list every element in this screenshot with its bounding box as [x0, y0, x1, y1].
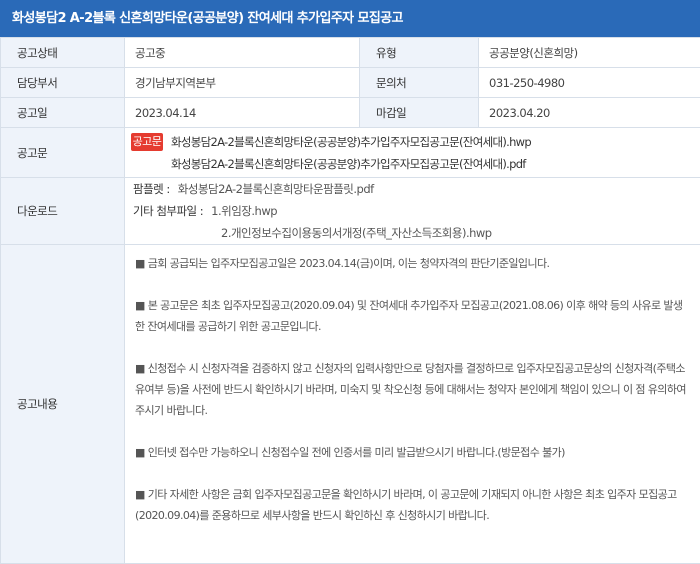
dept-label: 담당부서: [1, 68, 125, 98]
deadline-label: 마감일: [360, 98, 479, 128]
status-label: 공고상태: [1, 38, 125, 68]
status-value: 공고중: [125, 38, 360, 68]
pamphlet-line: 팜플렛 : 화성봉담2A-2블록신혼희망타운팜플릿.pdf: [133, 178, 700, 200]
attachment-line: 기타 첨부파일 : 1.위임장.hwp: [133, 200, 700, 222]
notice-file-line: 화성봉담2A-2블록신혼희망타운(공공분양)추가입주자모집공고문(잔여세대).p…: [131, 153, 700, 175]
date-row: 공고일 2023.04.14 마감일 2023.04.20: [1, 98, 700, 128]
content-paragraph: ■ 본 공고문은 최초 입주자모집공고(2020.09.04) 및 잔여세대 추…: [135, 295, 688, 337]
notice-file-pdf-link[interactable]: 화성봉담2A-2블록신혼희망타운(공공분양)추가입주자모집공고문(잔여세대).p…: [171, 156, 526, 172]
attachment-label: 기타 첨부파일 :: [133, 203, 203, 219]
type-value: 공공분양(신혼희망): [479, 38, 700, 68]
status-row: 공고상태 공고중 유형 공공분양(신혼희망): [1, 38, 700, 68]
attachment-link-1[interactable]: 1.위임장.hwp: [211, 203, 277, 219]
content-paragraph: ■ 금회 공급되는 입주자모집공고일은 2023.04.14(금)이며, 이는 …: [135, 253, 688, 274]
announcement-info-table: 공고상태 공고중 유형 공공분양(신혼희망) 담당부서 경기남부지역본부 문의처…: [0, 37, 700, 564]
content-label: 공고내용: [1, 245, 125, 564]
contact-value: 031-250-4980: [479, 68, 700, 98]
content-body: ■ 금회 공급되는 입주자모집공고일은 2023.04.14(금)이며, 이는 …: [125, 245, 700, 564]
notice-label: 공고문: [1, 128, 125, 178]
content-paragraph: ■ 신청접수 시 신청자격을 검증하지 않고 신청자의 입력사항만으로 당첨자를…: [135, 358, 688, 421]
notice-badge: 공고문: [131, 133, 163, 151]
type-label: 유형: [360, 38, 479, 68]
notice-files: 공고문 화성봉담2A-2블록신혼희망타운(공공분양)추가입주자모집공고문(잔여세…: [125, 128, 700, 178]
content-row: 공고내용 ■ 금회 공급되는 입주자모집공고일은 2023.04.14(금)이며…: [1, 245, 700, 564]
post-date-value: 2023.04.14: [125, 98, 360, 128]
attachment-line: 2.개인정보수집이용동의서개정(주택_자산소득조회용).hwp: [133, 222, 700, 244]
dept-row: 담당부서 경기남부지역본부 문의처 031-250-4980: [1, 68, 700, 98]
download-files: 팜플렛 : 화성봉담2A-2블록신혼희망타운팜플릿.pdf 기타 첨부파일 : …: [125, 178, 700, 245]
notice-file-hwp-link[interactable]: 화성봉담2A-2블록신혼희망타운(공공분양)추가입주자모집공고문(잔여세대).h…: [171, 134, 531, 150]
download-row: 다운로드 팜플렛 : 화성봉담2A-2블록신혼희망타운팜플릿.pdf 기타 첨부…: [1, 178, 700, 245]
pamphlet-link[interactable]: 화성봉담2A-2블록신혼희망타운팜플릿.pdf: [178, 181, 374, 197]
page-title: 화성봉담2 A-2블록 신혼희망타운(공공분양) 잔여세대 추가입주자 모집공고: [0, 0, 700, 37]
notice-row: 공고문 공고문 화성봉담2A-2블록신혼희망타운(공공분양)추가입주자모집공고문…: [1, 128, 700, 178]
content-paragraph: ■ 인터넷 접수만 가능하오니 신청접수일 전에 인증서를 미리 발급받으시기 …: [135, 442, 688, 463]
deadline-value: 2023.04.20: [479, 98, 700, 128]
download-label: 다운로드: [1, 178, 125, 245]
content-paragraph: ■ 기타 자세한 사항은 금회 입주자모집공고문을 확인하시기 바라며, 이 공…: [135, 484, 688, 526]
contact-label: 문의처: [360, 68, 479, 98]
dept-value: 경기남부지역본부: [125, 68, 360, 98]
post-date-label: 공고일: [1, 98, 125, 128]
pamphlet-label: 팜플렛 :: [133, 181, 170, 197]
notice-file-line: 공고문 화성봉담2A-2블록신혼희망타운(공공분양)추가입주자모집공고문(잔여세…: [131, 131, 700, 153]
attachment-link-2[interactable]: 2.개인정보수집이용동의서개정(주택_자산소득조회용).hwp: [221, 225, 492, 241]
